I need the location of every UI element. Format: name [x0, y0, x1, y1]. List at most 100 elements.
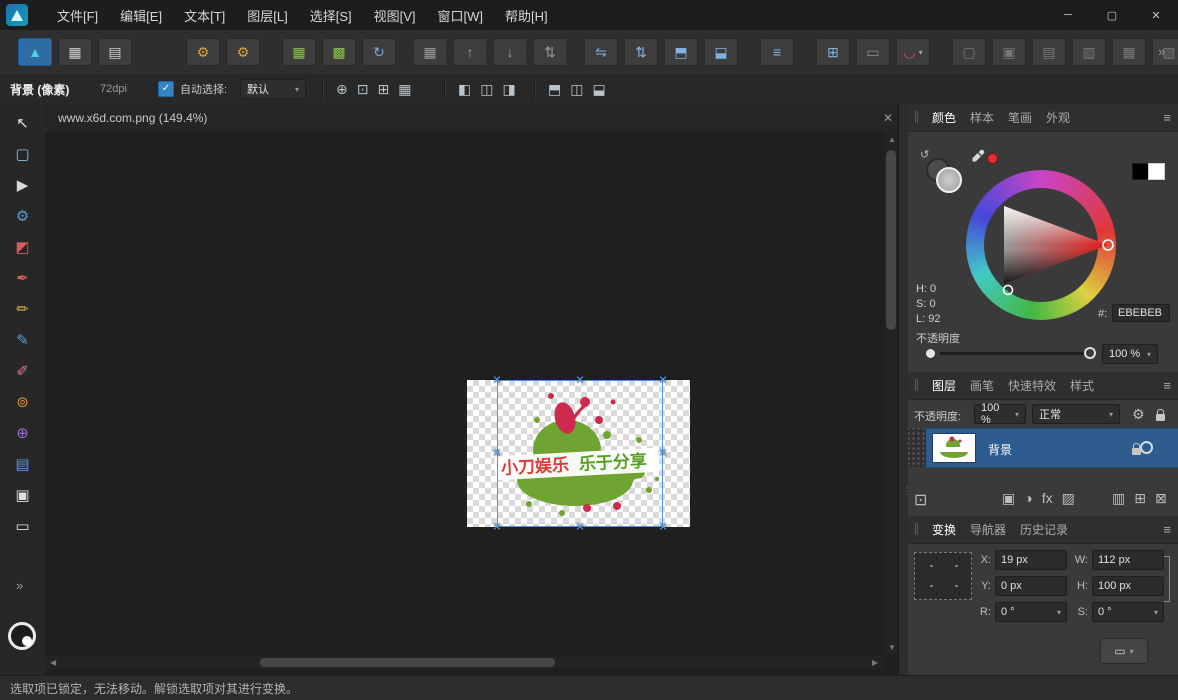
tab-transform[interactable]: 变换 — [932, 521, 956, 538]
flip-vertical-button[interactable]: ⇅ — [624, 38, 658, 66]
swap-colors-icon[interactable]: ↺ — [920, 148, 929, 161]
tab-navigator[interactable]: 导航器 — [970, 521, 1006, 538]
insert-inside-button[interactable]: ⊞ — [816, 38, 850, 66]
place-image-tool[interactable]: ▤ — [9, 455, 37, 473]
transform-options-button[interactable]: ▭▾ — [1100, 638, 1148, 664]
arrange-grid-button[interactable]: ▦ — [413, 38, 447, 66]
autoselect-checkbox[interactable]: ✓ — [158, 81, 174, 97]
panel-menu-icon[interactable]: ≡ — [1163, 110, 1171, 125]
document-tab[interactable]: www.x6d.com.png (149.4%) — [58, 104, 207, 132]
horizontal-scroll-thumb[interactable] — [260, 658, 555, 667]
pencil-tool[interactable]: ✏ — [9, 300, 37, 318]
layer-thumbnail[interactable] — [932, 433, 976, 463]
transform-origin-icon[interactable]: ⊕ — [336, 81, 348, 98]
live-filter-icon[interactable]: ▨ — [1062, 490, 1075, 507]
transform-origin-selector[interactable] — [914, 552, 972, 600]
selection-handle[interactable]: ✕ — [658, 521, 667, 534]
marquee-tool[interactable]: ▢ — [9, 145, 37, 163]
menu-edit[interactable]: 编辑[E] — [109, 0, 173, 30]
color-opacity-dropdown[interactable]: 100 % — [1102, 344, 1158, 364]
menu-window[interactable]: 窗口[W] — [427, 0, 495, 30]
align-bottom-icon[interactable]: ⬓ — [592, 81, 605, 98]
layer-visibility-toggle[interactable] — [1140, 441, 1153, 454]
layer-name[interactable]: 背景 — [988, 441, 1012, 458]
menu-file[interactable]: 文件[F] — [46, 0, 109, 30]
selection-handle[interactable]: ✕ — [575, 521, 584, 534]
align-top-icon[interactable]: ⬒ — [548, 81, 561, 98]
scroll-up-icon[interactable]: ▲ — [888, 135, 896, 144]
bring-forward-button[interactable]: ⬒ — [664, 38, 698, 66]
selection-box-icon[interactable]: ⊡ — [357, 81, 369, 98]
panel-drag-handle-icon[interactable]: ║ — [913, 524, 920, 535]
maximize-button[interactable]: ▢ — [1090, 0, 1134, 30]
selection-bounds[interactable] — [497, 380, 663, 527]
move-backward-button[interactable]: ↓ — [493, 38, 527, 66]
menu-help[interactable]: 帮助[H] — [494, 0, 559, 30]
autoselect-dropdown[interactable]: 默认 — [240, 79, 306, 99]
selection-handle[interactable]: ✕ — [575, 374, 584, 387]
document-tab-close-icon[interactable]: ✕ — [878, 104, 898, 132]
export-persona-button[interactable]: ▤ — [98, 38, 132, 66]
healing-tool[interactable]: ⊕ — [9, 424, 37, 442]
mask-layer-icon[interactable]: ▣ — [1002, 490, 1015, 507]
brush-tool[interactable]: ✎ — [9, 331, 37, 349]
toolbar-extra-1[interactable]: ▢ — [952, 38, 986, 66]
hex-input[interactable]: EBEBEB — [1112, 304, 1170, 322]
toolbar-extra-5[interactable]: ▦ — [1112, 38, 1146, 66]
tab-appearance[interactable]: 外观 — [1046, 109, 1070, 126]
insert-behind-button[interactable]: ▭ — [856, 38, 890, 66]
tab-stroke[interactable]: 笔画 — [1008, 109, 1032, 126]
primary-color-circle[interactable] — [936, 167, 962, 193]
scroll-right-icon[interactable]: ▶ — [872, 658, 878, 667]
opacity-slider-handle[interactable] — [1084, 347, 1096, 359]
layer-lock-toggle-icon[interactable] — [1156, 414, 1165, 421]
toolbar-overflow-icon[interactable]: » — [1158, 44, 1165, 59]
corner-tool[interactable]: ⚙ — [9, 207, 37, 225]
preferences-button[interactable]: ⚙ — [226, 38, 260, 66]
tab-quick-fx[interactable]: 快速特效 — [1008, 377, 1056, 394]
pen-tool[interactable]: ✒ — [9, 269, 37, 287]
menu-layer[interactable]: 图层[L] — [236, 0, 298, 30]
panel-menu-icon[interactable]: ≡ — [1163, 522, 1171, 537]
edit-all-layers-icon[interactable]: ⊞ — [377, 81, 389, 98]
layers-opacity-dropdown[interactable]: 100 % — [974, 404, 1026, 424]
tab-history[interactable]: 历史记录 — [1020, 521, 1068, 538]
align-middle-icon[interactable]: ◫ — [570, 81, 583, 98]
menu-select[interactable]: 选择[S] — [299, 0, 363, 30]
white-swatch[interactable] — [1148, 163, 1165, 180]
delete-layer-icon[interactable]: ⊠ — [1155, 490, 1167, 507]
tool-rail-overflow-icon[interactable]: » — [16, 578, 23, 593]
aspect-link-bracket[interactable] — [1164, 556, 1170, 602]
move-tool[interactable]: ↖ — [9, 114, 37, 132]
pixel-persona-button[interactable]: ▦ — [58, 38, 92, 66]
tab-swatches[interactable]: 样本 — [970, 109, 994, 126]
snapping-toggle-button[interactable]: ◡ — [896, 38, 930, 66]
move-forward-button[interactable]: ↑ — [453, 38, 487, 66]
panel-drag-handle-icon[interactable]: ║ — [913, 112, 920, 123]
shape-tool[interactable]: ▭ — [9, 517, 37, 535]
selection-handle[interactable]: ✕ — [492, 521, 501, 534]
scroll-left-icon[interactable]: ◀ — [50, 658, 56, 667]
tab-color[interactable]: 颜色 — [932, 109, 956, 126]
layer-row-grip[interactable] — [908, 428, 926, 468]
tab-styles[interactable]: 样式 — [1070, 377, 1094, 394]
group-layers-icon[interactable]: ▥ — [1112, 490, 1125, 507]
minimize-button[interactable]: ─ — [1046, 0, 1090, 30]
opacity-slider-min-dot[interactable] — [926, 349, 935, 358]
color-selector-well[interactable] — [8, 622, 36, 650]
tab-layers[interactable]: 图层 — [932, 377, 956, 394]
adjustment-layer-icon[interactable]: ◑ — [1024, 490, 1032, 507]
panel-menu-icon[interactable]: ≡ — [1163, 378, 1171, 393]
designer-persona-button[interactable]: ▲ — [18, 38, 52, 66]
align-right-icon[interactable]: ◨ — [502, 81, 515, 98]
close-button[interactable]: ✕ — [1134, 0, 1178, 30]
panel-drag-handle-icon[interactable]: ║ — [913, 380, 920, 391]
flip-horizontal-button[interactable]: ⇋ — [584, 38, 618, 66]
show-grid-icon[interactable]: ▦ — [398, 81, 411, 98]
selection-handle[interactable]: ✕ — [658, 374, 667, 387]
force-pixel-alignment-button[interactable]: ▩ — [322, 38, 356, 66]
duplicate-layer-icon[interactable]: ⊡ — [914, 490, 927, 510]
saturation-triangle[interactable] — [966, 170, 1116, 320]
scroll-down-icon[interactable]: ▼ — [888, 643, 896, 652]
toolbar-extra-2[interactable]: ▣ — [992, 38, 1026, 66]
